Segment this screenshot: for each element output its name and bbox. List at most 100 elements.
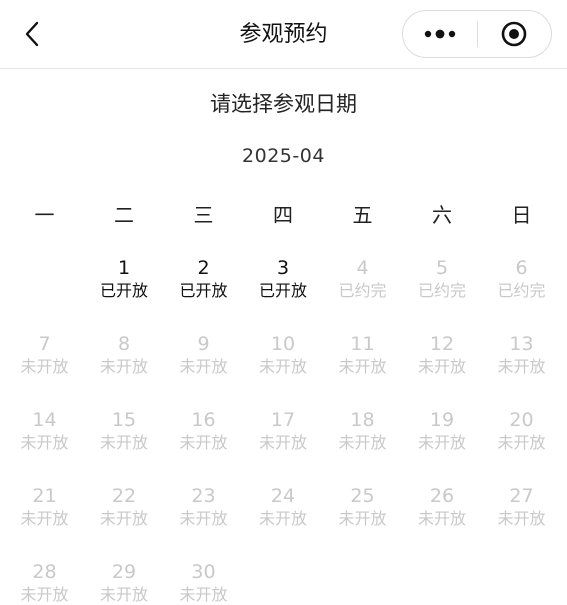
calendar-day-1[interactable]: 1 已开放 bbox=[85, 256, 164, 318]
day-status: 已约完 bbox=[417, 281, 466, 300]
day-status: 未开放 bbox=[179, 509, 228, 528]
day-number: 15 bbox=[111, 409, 137, 431]
day-number: 25 bbox=[350, 485, 375, 507]
calendar-day-6: 6 已约完 bbox=[482, 256, 561, 318]
calendar-day-25: 25 未开放 bbox=[323, 484, 402, 546]
calendar-day-13: 13 未开放 bbox=[482, 332, 561, 394]
day-status: 未开放 bbox=[99, 357, 148, 376]
day-status: 未开放 bbox=[497, 509, 546, 528]
calendar-day-23: 23 未开放 bbox=[164, 484, 243, 546]
calendar-day-18: 18 未开放 bbox=[323, 408, 402, 470]
day-status: 已开放 bbox=[99, 281, 148, 300]
day-number: 22 bbox=[111, 485, 137, 507]
day-status: 未开放 bbox=[20, 585, 69, 604]
day-status: 未开放 bbox=[179, 357, 228, 376]
calendar-day-27: 27 未开放 bbox=[482, 484, 561, 546]
day-status: 未开放 bbox=[20, 357, 69, 376]
day-number: 6 bbox=[515, 257, 528, 279]
day-status: 已开放 bbox=[258, 281, 307, 300]
calendar-day-26: 26 未开放 bbox=[403, 484, 482, 546]
weekday-header: 一 二 三 四 五 六 日 bbox=[5, 198, 562, 232]
calendar-day-22: 22 未开放 bbox=[85, 484, 164, 546]
calendar-day-12: 12 未开放 bbox=[403, 332, 482, 394]
target-circle-icon bbox=[502, 21, 527, 47]
calendar-day-19: 19 未开放 bbox=[403, 408, 482, 470]
day-status: 未开放 bbox=[497, 433, 546, 452]
close-button[interactable] bbox=[478, 11, 551, 57]
day-number: 16 bbox=[191, 409, 216, 431]
day-number: 26 bbox=[429, 485, 455, 507]
calendar-day-29: 29 未开放 bbox=[85, 560, 164, 605]
day-status: 未开放 bbox=[417, 357, 466, 376]
day-status: 未开放 bbox=[417, 433, 466, 452]
day-status: 未开放 bbox=[99, 509, 148, 528]
day-status: 已开放 bbox=[179, 281, 228, 300]
calendar-day-16: 16 未开放 bbox=[164, 408, 243, 470]
day-number: 21 bbox=[32, 485, 57, 507]
day-number: 3 bbox=[276, 257, 290, 279]
day-number: 1 bbox=[117, 257, 131, 279]
day-status: 未开放 bbox=[497, 357, 546, 376]
day-status: 未开放 bbox=[20, 509, 69, 528]
day-number: 30 bbox=[191, 561, 216, 583]
calendar-day-24: 24 未开放 bbox=[244, 484, 323, 546]
calendar-day-30: 30 未开放 bbox=[164, 560, 243, 605]
day-status: 未开放 bbox=[417, 509, 466, 528]
day-number: 17 bbox=[270, 409, 296, 431]
weekday-sun: 日 bbox=[511, 203, 532, 227]
weekday-thu: 四 bbox=[273, 203, 293, 227]
calendar-day-7: 7 未开放 bbox=[5, 332, 84, 394]
day-status: 未开放 bbox=[99, 585, 148, 604]
calendar-day-11: 11 未开放 bbox=[323, 332, 402, 394]
day-number: 28 bbox=[32, 561, 57, 583]
calendar-day-5: 5 已约完 bbox=[403, 256, 482, 318]
calendar-day-28: 28 未开放 bbox=[5, 560, 84, 605]
day-number: 8 bbox=[117, 333, 131, 355]
day-number: 19 bbox=[429, 409, 455, 431]
day-number: 18 bbox=[350, 409, 375, 431]
day-status: 未开放 bbox=[258, 357, 307, 376]
mini-program-capsule bbox=[402, 10, 552, 58]
month-label: 2025-04 bbox=[242, 145, 325, 167]
day-number: 12 bbox=[429, 333, 455, 355]
page: 参观预约 请选择参观日期 2025-04 一 二 三 四 五 六 日 1 已开放… bbox=[0, 0, 567, 605]
calendar-day-10: 10 未开放 bbox=[244, 332, 323, 394]
calendar-day-20: 20 未开放 bbox=[482, 408, 561, 470]
more-button[interactable] bbox=[403, 11, 477, 57]
calendar-day-3[interactable]: 3 已开放 bbox=[244, 256, 323, 318]
day-status: 未开放 bbox=[179, 433, 228, 452]
day-number: 11 bbox=[350, 333, 375, 355]
calendar-day-8: 8 未开放 bbox=[85, 332, 164, 394]
day-status: 未开放 bbox=[20, 433, 69, 452]
calendar-day-15: 15 未开放 bbox=[85, 408, 164, 470]
day-number: 20 bbox=[509, 409, 534, 431]
day-status: 已约完 bbox=[338, 281, 387, 300]
calendar-day-9: 9 未开放 bbox=[164, 332, 243, 394]
calendar-day-2[interactable]: 2 已开放 bbox=[164, 256, 243, 318]
day-status: 未开放 bbox=[338, 509, 387, 528]
day-number: 2 bbox=[197, 257, 210, 279]
nav-bar: 参观预约 bbox=[0, 0, 567, 69]
day-number: 24 bbox=[270, 485, 296, 507]
day-status: 未开放 bbox=[179, 585, 228, 604]
day-status: 未开放 bbox=[258, 509, 307, 528]
calendar-day-17: 17 未开放 bbox=[244, 408, 323, 470]
day-status: 未开放 bbox=[338, 357, 387, 376]
day-number: 7 bbox=[38, 333, 51, 355]
day-number: 27 bbox=[509, 485, 534, 507]
calendar-day-21: 21 未开放 bbox=[5, 484, 84, 546]
weekday-wed: 三 bbox=[193, 203, 214, 227]
weekday-fri: 五 bbox=[352, 203, 373, 227]
calendar-day-14: 14 未开放 bbox=[5, 408, 84, 470]
day-number: 13 bbox=[509, 333, 534, 355]
day-number: 9 bbox=[197, 333, 210, 355]
weekday-mon: 一 bbox=[34, 203, 55, 227]
day-number: 5 bbox=[435, 257, 449, 279]
day-number: 14 bbox=[32, 409, 57, 431]
day-status: 已约完 bbox=[497, 281, 546, 300]
weekday-sat: 六 bbox=[432, 203, 452, 227]
day-status: 未开放 bbox=[258, 433, 307, 452]
day-status: 未开放 bbox=[99, 433, 148, 452]
day-status: 未开放 bbox=[338, 433, 387, 452]
more-dots-icon bbox=[424, 29, 456, 39]
